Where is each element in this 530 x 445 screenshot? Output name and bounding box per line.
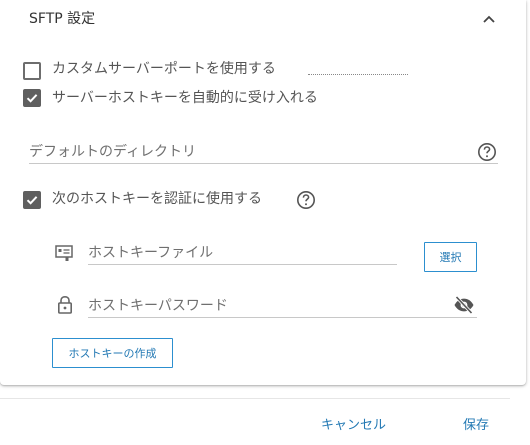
save-button[interactable]: 保存: [463, 414, 489, 433]
auto-accept-host-key-label: サーバーホストキーを自動的に受け入れる: [52, 90, 318, 106]
eye-off-icon[interactable]: [453, 295, 475, 315]
custom-port-checkbox[interactable]: [23, 62, 41, 80]
lock-icon: [57, 295, 72, 314]
footer-divider: [0, 398, 510, 399]
custom-port-field[interactable]: [308, 74, 408, 75]
host-key-password-field: [88, 295, 477, 318]
host-key-file-input[interactable]: [88, 245, 397, 261]
section-title: SFTP 設定: [29, 11, 96, 27]
key-file-icon: [55, 245, 73, 261]
help-icon[interactable]: [296, 190, 316, 210]
host-key-password-input[interactable]: [88, 298, 477, 314]
custom-port-label: カスタムサーバーポートを使用する: [52, 61, 276, 77]
checkmark-icon: [26, 94, 38, 103]
select-file-button[interactable]: 選択: [424, 242, 477, 272]
sftp-settings-panel: SFTP 設定 カスタムサーバーポートを使用する サーバーホストキーを自動的に受…: [0, 0, 526, 385]
chevron-up-icon[interactable]: [480, 12, 498, 26]
default-directory-input[interactable]: [29, 144, 498, 160]
auto-accept-host-key-checkbox[interactable]: [23, 89, 41, 107]
use-host-key-checkbox[interactable]: [23, 191, 41, 209]
host-key-file-field: [88, 242, 397, 265]
help-icon[interactable]: [477, 142, 497, 162]
default-directory-field: [29, 141, 498, 164]
checkmark-icon: [26, 196, 38, 205]
create-host-key-button[interactable]: ホストキーの作成: [52, 338, 173, 368]
cancel-button[interactable]: キャンセル: [321, 414, 386, 433]
use-host-key-label: 次のホストキーを認証に使用する: [52, 191, 262, 207]
